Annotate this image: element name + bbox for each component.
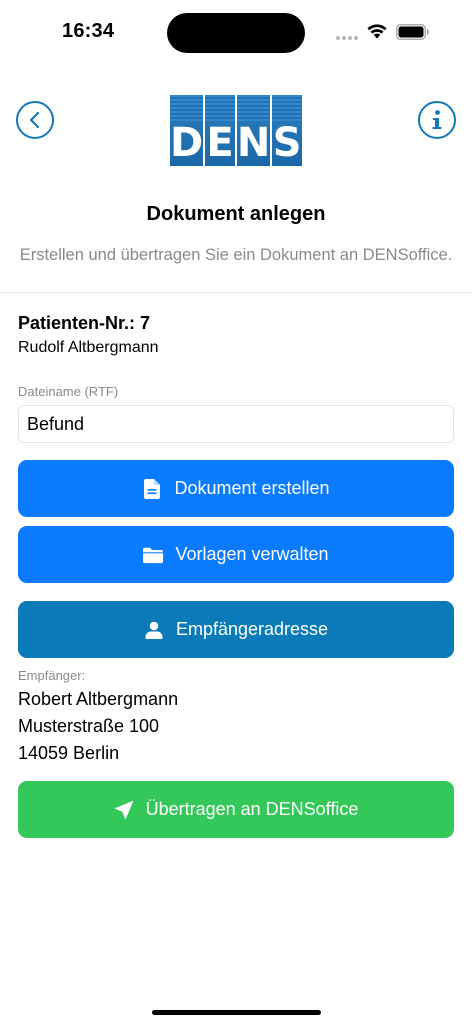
transfer-label: Übertragen an DENSoffice: [145, 799, 359, 819]
document-icon: [142, 478, 162, 499]
logo-letter: D: [170, 120, 204, 166]
cellular-signal-icon: [336, 36, 358, 40]
recipient-label: Empfänger:: [18, 668, 86, 683]
back-button[interactable]: [16, 101, 54, 139]
chevron-left-icon: [29, 111, 40, 129]
manage-templates-label: Vorlagen verwalten: [175, 544, 329, 564]
info-button[interactable]: [418, 101, 456, 139]
status-bar: 16:34: [0, 0, 472, 64]
logo-letter: E: [206, 120, 234, 166]
recipient-street: Musterstraße 100: [18, 716, 160, 736]
paper-plane-icon: [114, 800, 134, 820]
create-document-button[interactable]: Dokument erstellen: [18, 460, 454, 517]
recipient-name: Robert Altbergmann: [18, 689, 179, 709]
info-icon: [432, 110, 442, 129]
transfer-button[interactable]: Übertragen an DENSoffice: [18, 781, 454, 838]
patient-number: Patienten-Nr.: 7: [18, 313, 151, 333]
wifi-icon: [367, 24, 387, 39]
create-document-label: Dokument erstellen: [174, 478, 330, 498]
page-title: Dokument anlegen: [146, 203, 326, 225]
recipient-city: 14059 Berlin: [18, 743, 120, 763]
header-divider: [0, 292, 472, 293]
battery-icon: [396, 24, 429, 40]
filename-label: Dateiname (RTF): [18, 384, 119, 399]
home-indicator: [152, 1010, 321, 1015]
logo-letter: N: [236, 120, 271, 166]
manage-templates-button[interactable]: Vorlagen verwalten: [18, 526, 454, 583]
page-subtitle: Erstellen und übertragen Sie ein Dokumen…: [19, 246, 453, 264]
person-icon: [144, 620, 164, 640]
dens-logo: D E N S: [170, 95, 302, 166]
status-time: 16:34: [62, 20, 115, 42]
logo-letter: S: [272, 120, 302, 166]
recipient-address-button[interactable]: Empfängeradresse: [18, 601, 454, 658]
filename-input[interactable]: [18, 405, 454, 443]
patient-name: Rudolf Altbergmann: [18, 339, 159, 356]
folder-icon: [143, 545, 164, 565]
recipient-address-label: Empfängeradresse: [175, 619, 329, 639]
dynamic-island: [167, 13, 305, 53]
